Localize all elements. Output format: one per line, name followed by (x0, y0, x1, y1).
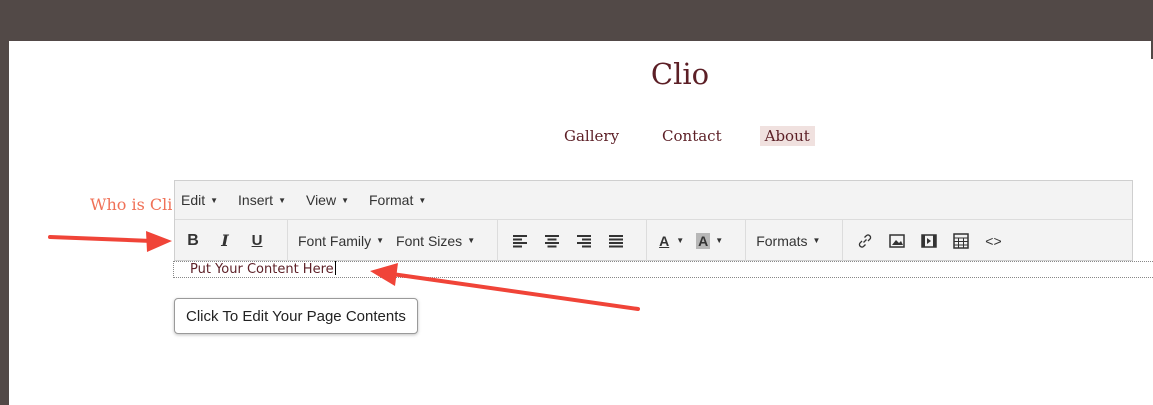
editor-menubar: Edit ▼ Insert ▼ View ▼ Format ▼ (175, 181, 1132, 220)
menu-format-label: Format (369, 192, 414, 208)
content-text: Put Your Content Here (190, 262, 334, 277)
section-heading: Who is Cli (90, 195, 173, 214)
underline-button[interactable]: U (245, 229, 269, 253)
menu-view[interactable]: View ▼ (306, 192, 349, 208)
italic-button[interactable]: I (213, 229, 237, 253)
menu-insert[interactable]: Insert ▼ (238, 192, 286, 208)
nav-item-contact[interactable]: Contact (657, 126, 727, 146)
font-family-label: Font Family (298, 232, 372, 249)
media-icon[interactable] (917, 229, 941, 253)
top-bar (0, 0, 1153, 41)
formats-label: Formats (756, 232, 808, 249)
text-color-icon: A (659, 232, 670, 249)
main-nav: Gallery Contact About (559, 126, 815, 146)
editable-content-text[interactable]: Put Your Content Here (190, 261, 336, 278)
align-left-icon[interactable] (508, 229, 532, 253)
menu-edit-label: Edit (181, 192, 206, 208)
formats-dropdown[interactable]: Formats ▼ (756, 233, 820, 249)
caret-down-icon: ▼ (341, 195, 349, 205)
align-right-icon[interactable] (572, 229, 596, 253)
bg-color-icon: A (696, 232, 711, 249)
arrow-to-toolbar (48, 231, 172, 252)
caret-down-icon: ▼ (676, 236, 685, 245)
insert-group: <> (853, 220, 1023, 261)
formats-group: Formats ▼ (756, 220, 844, 261)
font-group: Font Family ▼ Font Sizes ▼ (298, 220, 499, 261)
caret-down-icon: ▼ (467, 236, 476, 245)
nav-item-about[interactable]: About (759, 126, 815, 146)
align-justify-icon[interactable] (604, 229, 628, 253)
menu-view-label: View (305, 192, 337, 208)
caret-down-icon: ▼ (210, 195, 219, 205)
text-style-group: B I U (181, 220, 288, 261)
link-icon[interactable] (853, 229, 877, 253)
caret-down-icon: ▼ (278, 195, 286, 205)
menu-edit[interactable]: Edit ▼ (181, 192, 218, 208)
edit-tooltip: Click To Edit Your Page Contents (174, 298, 418, 334)
text-cursor (334, 261, 336, 275)
caret-down-icon: ▼ (418, 195, 427, 205)
rich-text-editor: Edit ▼ Insert ▼ View ▼ Format ▼ B I U Font F… (174, 180, 1133, 261)
editor-toolbar: B I U Font Family▼ Font Sizes▼ A▼ A▼ (175, 220, 1132, 261)
right-frame (1137, 0, 1153, 41)
site-title: Clio (650, 57, 710, 91)
color-group: A ▼ A ▼ (657, 220, 747, 261)
table-icon[interactable] (949, 229, 973, 253)
font-family-dropdown[interactable]: Font Family ▼ (298, 233, 384, 249)
text-color-dropdown[interactable]: A ▼ (657, 233, 684, 249)
caret-down-icon: ▼ (715, 236, 724, 245)
align-group (508, 220, 648, 261)
caret-down-icon: ▼ (812, 236, 821, 245)
menu-insert-label: Insert (238, 192, 274, 208)
code-icon[interactable]: <> (981, 229, 1005, 253)
font-sizes-dropdown[interactable]: Font Sizes ▼ (396, 233, 475, 249)
bg-color-dropdown[interactable]: A ▼ (696, 232, 724, 249)
nav-item-gallery[interactable]: Gallery (559, 126, 624, 146)
bold-button[interactable]: B (181, 229, 205, 253)
font-sizes-label: Font Sizes (396, 232, 463, 249)
menu-format[interactable]: Format ▼ (369, 192, 426, 208)
caret-down-icon: ▼ (376, 236, 385, 245)
align-center-icon[interactable] (540, 229, 564, 253)
image-icon[interactable] (885, 229, 909, 253)
